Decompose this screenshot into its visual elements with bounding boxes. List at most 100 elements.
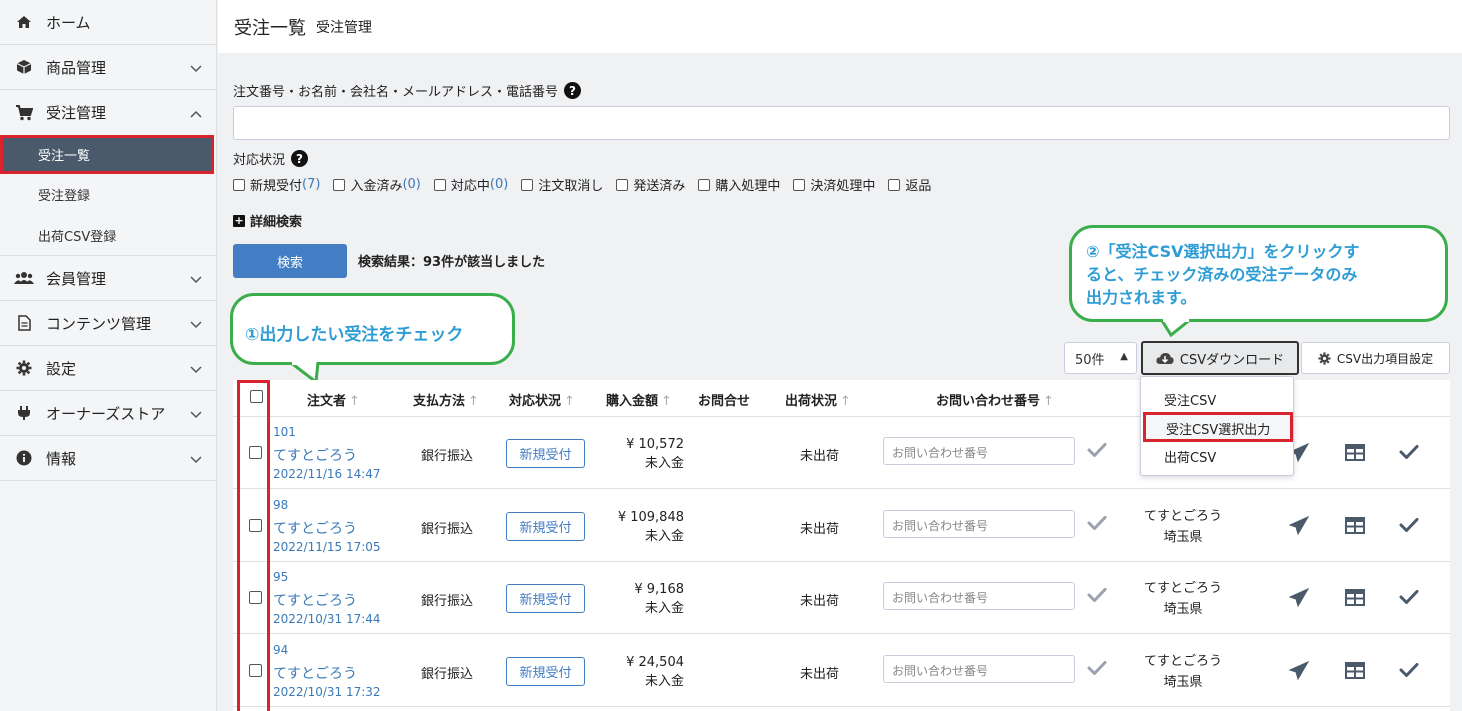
col-amount-label: 購入金額 — [606, 394, 659, 409]
nav-products[interactable]: 商品管理 — [0, 45, 216, 90]
table-row: 94 てすとごろう 2022/10/31 17:32 銀行振込 新規受付 ¥ 24,504… — [233, 635, 1450, 707]
col-amount[interactable]: 購入金額 ↑ — [606, 390, 672, 409]
status-option[interactable]: 購入処理中 — [698, 175, 780, 194]
order-id-link[interactable]: 94 — [273, 643, 288, 657]
menu-item-order-csv-select[interactable]: 受注CSV選択出力 — [1143, 412, 1293, 442]
send-icon[interactable] — [1288, 660, 1310, 685]
status-option[interactable]: 決済処理中 — [793, 175, 875, 194]
highlight-frame — [237, 380, 270, 711]
nav-settings[interactable]: 設定 — [0, 346, 216, 391]
advanced-search-toggle[interactable]: + 詳細検索 — [233, 211, 302, 230]
col-shipping-label: 出荷状況 — [785, 394, 838, 409]
search-input[interactable] — [233, 106, 1450, 140]
send-icon[interactable] — [1288, 515, 1310, 540]
csv-settings-label: CSV出力項目設定 — [1336, 351, 1434, 366]
col-tracking-label: お問い合わせ番号 — [936, 394, 1041, 409]
csv-settings-button[interactable]: CSV出力項目設定 — [1301, 342, 1450, 374]
status-option[interactable]: 対応中 (0) — [433, 175, 508, 194]
search-button[interactable]: 検索 — [233, 244, 347, 278]
status-option[interactable]: 返品 — [888, 175, 931, 194]
check-icon[interactable] — [1399, 589, 1419, 609]
order-date: 2022/11/15 17:05 — [273, 539, 381, 554]
checkbox[interactable] — [793, 178, 806, 191]
payment-method: 銀行振込 — [421, 449, 474, 464]
checkbox[interactable] — [521, 178, 534, 191]
plus-square-icon: + — [233, 213, 245, 227]
status-option[interactable]: 注文取消し — [521, 175, 603, 194]
nav-members[interactable]: 会員管理 — [0, 256, 216, 301]
destination-cell: てすとごろう 埼玉県 — [1128, 506, 1238, 548]
nav-home[interactable]: ホーム — [0, 0, 216, 45]
tracking-number-input[interactable]: お問い合わせ番号 — [883, 437, 1075, 465]
menu-item-order-csv[interactable]: 受注CSV — [1141, 390, 1293, 409]
status-option[interactable]: 新規受付 (7) — [233, 175, 320, 194]
checkbox[interactable] — [888, 178, 901, 191]
orderer-name-link[interactable]: てすとごろう — [273, 518, 357, 538]
destination-cell: てすとごろう 埼玉県 — [1128, 651, 1238, 693]
status-option[interactable]: 発送済み — [616, 175, 685, 194]
checkbox[interactable] — [233, 178, 245, 191]
amount-cell: ¥ 109,848 未入金 — [603, 508, 684, 546]
table-icon[interactable] — [1345, 661, 1365, 683]
check-icon[interactable] — [1087, 587, 1107, 607]
status-label: 対応状況 ? — [233, 149, 309, 168]
tracking-number-input[interactable]: お問い合わせ番号 — [883, 509, 1075, 538]
orderer-name-link[interactable]: てすとごろう — [273, 590, 357, 610]
nav-owners-store[interactable]: オーナーズストア — [0, 391, 216, 436]
nav-order-list[interactable]: 受注一覧 — [3, 138, 211, 171]
tracking-number-input[interactable]: お問い合わせ番号 — [883, 582, 1075, 610]
help-icon[interactable]: ? — [564, 82, 582, 99]
check-icon[interactable] — [1087, 442, 1107, 462]
sort-up-icon: ↑ — [468, 394, 479, 409]
table-icon[interactable] — [1345, 589, 1365, 610]
col-tracking[interactable]: お問い合わせ番号 ↑ — [936, 390, 1054, 409]
checkbox[interactable] — [433, 178, 446, 191]
status-button[interactable]: 新規受付 — [506, 439, 585, 468]
order-id-link[interactable]: 98 — [273, 498, 288, 512]
per-page-value: 50件 — [1075, 352, 1105, 368]
table-icon[interactable] — [1345, 444, 1365, 465]
per-page-select[interactable]: 50件 ▲ — [1064, 342, 1137, 374]
orderer-name-link[interactable]: てすとごろう — [273, 663, 357, 683]
status-checkboxes: 新規受付 (7) 入金済み (0) 対応中 (0) 注文取消し 発送済み 購入処理中 … — [233, 175, 944, 194]
nav-order-register[interactable]: 受注登録 — [0, 174, 216, 215]
menu-item-shipping-csv[interactable]: 出荷CSV — [1141, 447, 1293, 466]
send-icon[interactable] — [1288, 587, 1310, 612]
checkbox[interactable] — [698, 178, 711, 191]
status-option-label: 発送済み — [633, 179, 686, 194]
amount-value: ¥ 9,168 — [634, 582, 684, 597]
nav-info[interactable]: 情報 — [0, 436, 216, 481]
csv-download-button[interactable]: CSVダウンロード — [1141, 341, 1299, 375]
advanced-search-label: 詳細検索 — [250, 215, 303, 230]
col-status[interactable]: 対応状況 ↑ — [509, 390, 575, 409]
col-payment[interactable]: 支払方法 ↑ — [413, 390, 479, 409]
nav-shipping-csv[interactable]: 出荷CSV登録 — [0, 215, 216, 256]
nav-orders[interactable]: 受注管理 — [0, 90, 216, 135]
status-button[interactable]: 新規受付 — [506, 656, 585, 686]
destination-name: てすとごろう — [1143, 653, 1222, 669]
status-label-text: 対応状況 — [233, 153, 286, 168]
table-icon[interactable] — [1345, 516, 1365, 538]
check-icon[interactable] — [1087, 660, 1107, 680]
check-icon[interactable] — [1087, 515, 1107, 535]
order-id-link[interactable]: 95 — [273, 570, 288, 584]
checkbox[interactable] — [333, 178, 346, 191]
orderer-name-link[interactable]: てすとごろう — [273, 445, 357, 465]
status-option-label: 入金済み — [350, 179, 403, 194]
col-orderer[interactable]: 注文者 ↑ — [307, 390, 360, 409]
amount-cell: ¥ 24,504 未入金 — [603, 653, 684, 691]
checkbox[interactable] — [616, 178, 629, 191]
nav-contents[interactable]: コンテンツ管理 — [0, 301, 216, 346]
check-icon[interactable] — [1399, 662, 1419, 682]
col-shipping[interactable]: 出荷状況 ↑ — [785, 390, 851, 409]
status-option[interactable]: 入金済み (0) — [333, 175, 421, 194]
help-icon[interactable]: ? — [291, 150, 309, 167]
tracking-number-input[interactable]: お問い合わせ番号 — [883, 654, 1075, 683]
nav-members-label: 会員管理 — [46, 269, 107, 288]
order-id-link[interactable]: 101 — [273, 425, 296, 439]
col-status-label: 対応状況 — [509, 394, 562, 409]
status-button[interactable]: 新規受付 — [506, 584, 585, 613]
check-icon[interactable] — [1399, 444, 1419, 464]
status-button[interactable]: 新規受付 — [506, 511, 585, 541]
check-icon[interactable] — [1399, 517, 1419, 537]
